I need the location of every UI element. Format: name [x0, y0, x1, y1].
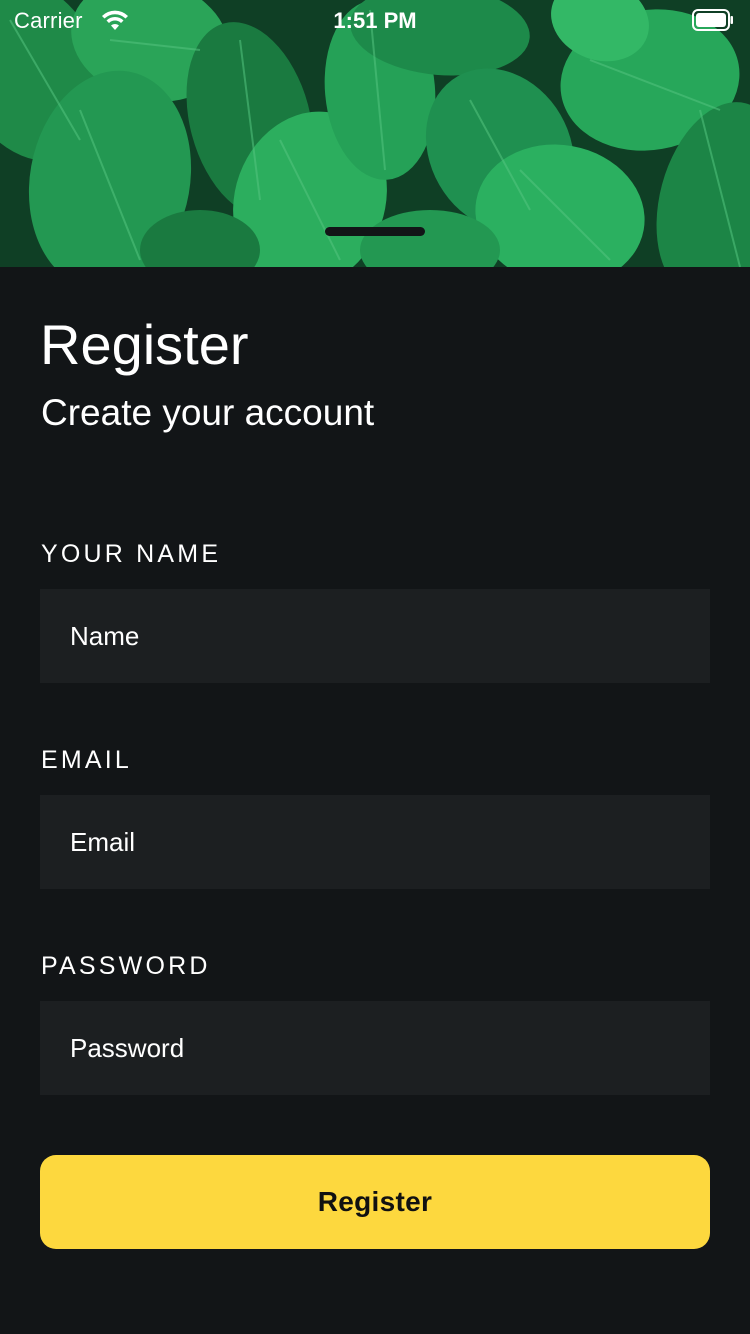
page-title: Register [40, 313, 249, 376]
password-field-label: PASSWORD [41, 952, 211, 980]
email-field-label: EMAIL [41, 746, 133, 774]
password-input[interactable] [40, 1001, 710, 1095]
status-bar: Carrier 1:51 PM [0, 0, 750, 40]
sheet-grabber-handle[interactable] [325, 227, 425, 236]
name-input[interactable] [40, 589, 710, 683]
clock-time: 1:51 PM [333, 8, 417, 33]
hero-leaves-image: Carrier 1:51 PM [0, 0, 750, 267]
register-button[interactable]: Register [40, 1155, 710, 1249]
battery-icon [692, 9, 733, 31]
name-field-label: YOUR NAME [41, 540, 222, 568]
page-subtitle: Create your account [41, 392, 375, 433]
email-input[interactable] [40, 795, 710, 889]
register-form-panel: Register Create your account YOUR NAME E… [0, 267, 750, 1334]
